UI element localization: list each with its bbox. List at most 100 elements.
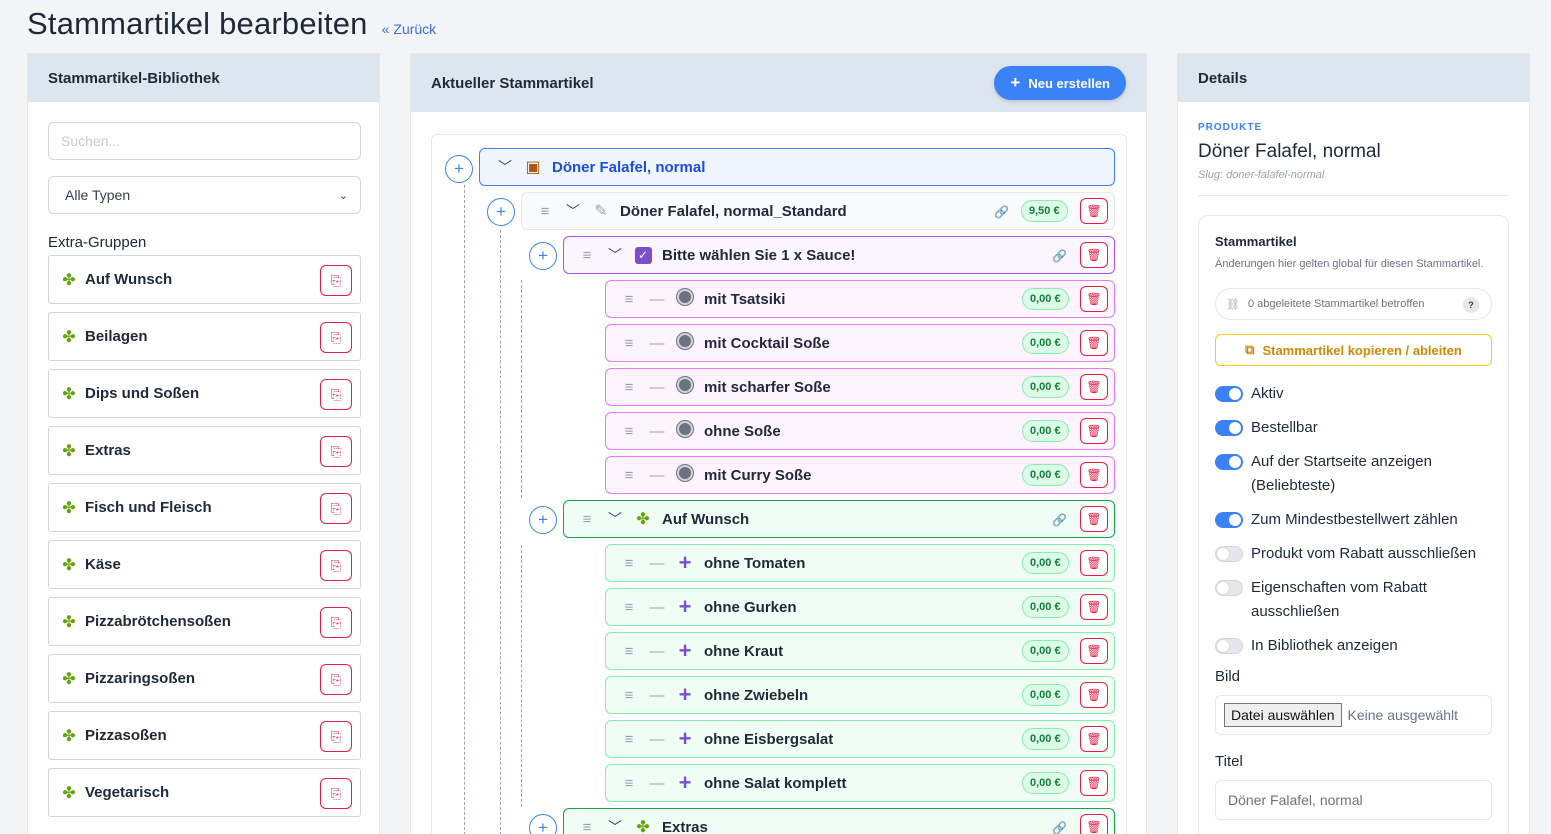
add-to-article-button[interactable]: ⎘ xyxy=(320,322,352,353)
option-row[interactable]: ≡ — mit Tsatsiki 0,00 € 🗑 xyxy=(605,280,1115,318)
drag-handle-icon[interactable]: ≡ xyxy=(574,247,600,264)
link-icon[interactable]: 🔗 xyxy=(994,205,1009,219)
library-group-item[interactable]: ✤ Dips und Soßen ⎘ xyxy=(48,369,361,418)
add-child-button[interactable]: + xyxy=(529,506,557,534)
extra-group-row[interactable]: ≡ ﹀ ✤ Extras 🔗 🗑 xyxy=(563,808,1115,834)
link-icon[interactable]: 🔗 xyxy=(1052,513,1067,527)
toggle-switch[interactable] xyxy=(1215,386,1243,402)
drag-handle-icon[interactable]: ≡ xyxy=(616,423,642,440)
trash-icon[interactable]: 🗑 xyxy=(1080,594,1108,620)
chevron-down-icon[interactable]: ﹀ xyxy=(490,157,520,177)
toggle-row[interactable]: Bestellbar xyxy=(1215,416,1492,440)
option-row[interactable]: ≡ — ohne Soße 0,00 € 🗑 xyxy=(605,412,1115,450)
toggle-row[interactable]: Aktiv xyxy=(1215,382,1492,406)
option-row[interactable]: ≡ — mit scharfer Soße 0,00 € 🗑 xyxy=(605,368,1115,406)
library-group-item[interactable]: ✤ Fisch und Fleisch ⎘ xyxy=(48,483,361,532)
trash-icon[interactable]: 🗑 xyxy=(1080,506,1108,532)
add-child-button[interactable]: + xyxy=(487,198,515,226)
drag-handle-icon[interactable]: ≡ xyxy=(616,599,642,616)
drag-handle-icon[interactable]: ≡ xyxy=(616,335,642,352)
trash-icon[interactable]: 🗑 xyxy=(1080,374,1108,400)
trash-icon[interactable]: 🗑 xyxy=(1080,682,1108,708)
add-to-article-button[interactable]: ⎘ xyxy=(320,493,352,524)
file-button[interactable]: Datei auswählen xyxy=(1224,703,1342,727)
drag-handle-icon[interactable]: ≡ xyxy=(574,511,600,528)
add-to-article-button[interactable]: ⎘ xyxy=(320,265,352,296)
extra-group-row[interactable]: ≡ ﹀ ✤ Auf Wunsch 🔗 🗑 xyxy=(563,500,1115,538)
library-group-item[interactable]: ✤ Beilagen ⎘ xyxy=(48,312,361,361)
root-article-row[interactable]: ﹀ ▣ Döner Falafel, normal xyxy=(479,148,1115,186)
trash-icon[interactable]: 🗑 xyxy=(1080,242,1108,268)
toggle-row[interactable]: Produkt vom Rabatt ausschließen xyxy=(1215,542,1492,566)
trash-icon[interactable]: 🗑 xyxy=(1080,462,1108,488)
trash-icon[interactable]: 🗑 xyxy=(1080,638,1108,664)
trash-icon[interactable]: 🗑 xyxy=(1080,330,1108,356)
new-button[interactable]: + Neu erstellen xyxy=(994,66,1126,100)
add-child-button[interactable]: + xyxy=(529,242,557,270)
library-group-item[interactable]: ✤ Pizzasoßen ⎘ xyxy=(48,711,361,760)
chevron-down-icon[interactable]: ﹀ xyxy=(600,245,630,265)
toggle-switch[interactable] xyxy=(1215,420,1243,436)
drag-handle-icon[interactable]: ≡ xyxy=(616,379,642,396)
toggle-switch[interactable] xyxy=(1215,454,1243,470)
library-group-item[interactable]: ✤ Käse ⎘ xyxy=(48,540,361,589)
trash-icon[interactable]: 🗑 xyxy=(1080,418,1108,444)
option-row[interactable]: ≡ — + ohne Eisbergsalat 0,00 € 🗑 xyxy=(605,720,1115,758)
drag-handle-icon[interactable]: ≡ xyxy=(616,687,642,704)
drag-handle-icon[interactable]: ≡ xyxy=(616,291,642,308)
option-row[interactable]: ≡ — + ohne Kraut 0,00 € 🗑 xyxy=(605,632,1115,670)
title-input[interactable]: Döner Falafel, normal xyxy=(1215,780,1492,820)
add-to-article-button[interactable]: ⎘ xyxy=(320,550,352,581)
back-link[interactable]: « Zurück xyxy=(382,21,437,37)
add-to-article-button[interactable]: ⎘ xyxy=(320,607,352,638)
chevron-down-icon[interactable]: ﹀ xyxy=(600,509,630,529)
toggle-row[interactable]: Auf der Startseite anzeigen (Beliebteste… xyxy=(1215,450,1492,498)
option-row[interactable]: ≡ — + ohne Tomaten 0,00 € 🗑 xyxy=(605,544,1115,582)
add-to-article-button[interactable]: ⎘ xyxy=(320,664,352,695)
copy-button[interactable]: ⧉ Stammartikel kopieren / ableiten xyxy=(1215,334,1492,366)
option-row[interactable]: ≡ — mit Curry Soße 0,00 € 🗑 xyxy=(605,456,1115,494)
add-to-article-button[interactable]: ⎘ xyxy=(320,436,352,467)
trash-icon[interactable]: 🗑 xyxy=(1080,726,1108,752)
extra-group-row[interactable]: ≡ ﹀ ✓ Bitte wählen Sie 1 x Sauce! 🔗 🗑 xyxy=(563,236,1115,274)
toggle-switch[interactable] xyxy=(1215,580,1243,596)
add-to-article-button[interactable]: ⎘ xyxy=(320,778,352,809)
type-select[interactable]: Alle Typen ⌄ xyxy=(48,176,361,214)
add-to-article-button[interactable]: ⎘ xyxy=(320,379,352,410)
toggle-switch[interactable] xyxy=(1215,546,1243,562)
option-row[interactable]: ≡ — + ohne Gurken 0,00 € 🗑 xyxy=(605,588,1115,626)
library-group-item[interactable]: ✤ Auf Wunsch ⎘ xyxy=(48,255,361,304)
toggle-switch[interactable] xyxy=(1215,512,1243,528)
add-child-button[interactable]: + xyxy=(445,155,473,183)
chevron-down-icon[interactable]: ﹀ xyxy=(558,201,588,221)
variant-row[interactable]: ≡ ﹀ ✎ Döner Falafel, normal_Standard 🔗 9,50 €… xyxy=(521,192,1115,230)
toggle-switch[interactable] xyxy=(1215,638,1243,654)
drag-handle-icon[interactable]: ≡ xyxy=(616,775,642,792)
toggle-row[interactable]: Eigenschaften vom Rabatt ausschließen xyxy=(1215,576,1492,624)
option-row[interactable]: ≡ — mit Cocktail Soße 0,00 € 🗑 xyxy=(605,324,1115,362)
trash-icon[interactable]: 🗑 xyxy=(1080,286,1108,312)
trash-icon[interactable]: 🗑 xyxy=(1080,550,1108,576)
library-group-item[interactable]: ✤ Pizzabrötchensoßen ⎘ xyxy=(48,597,361,646)
drag-handle-icon[interactable]: ≡ xyxy=(616,731,642,748)
drag-handle-icon[interactable]: ≡ xyxy=(616,467,642,484)
library-group-item[interactable]: ✤ Vegetarisch ⎘ xyxy=(48,768,361,817)
library-group-item[interactable]: ✤ Pizzaringsoßen ⎘ xyxy=(48,654,361,703)
add-child-button[interactable]: + xyxy=(529,814,557,834)
option-row[interactable]: ≡ — + ohne Salat komplett 0,00 € 🗑 xyxy=(605,764,1115,802)
file-input[interactable]: Datei auswählen Keine ausgewählt xyxy=(1215,695,1492,735)
toggle-row[interactable]: Zum Mindestbestellwert zählen xyxy=(1215,508,1492,532)
drag-handle-icon[interactable]: ≡ xyxy=(532,203,558,220)
library-group-item[interactable]: ✤ Extras ⎘ xyxy=(48,426,361,475)
trash-icon[interactable]: 🗑 xyxy=(1080,814,1108,834)
chevron-down-icon[interactable]: ﹀ xyxy=(600,817,630,834)
trash-icon[interactable]: 🗑 xyxy=(1080,198,1108,224)
drag-handle-icon[interactable]: ≡ xyxy=(616,555,642,572)
add-to-article-button[interactable]: ⎘ xyxy=(320,721,352,752)
link-icon[interactable]: 🔗 xyxy=(1052,249,1067,263)
trash-icon[interactable]: 🗑 xyxy=(1080,770,1108,796)
option-row[interactable]: ≡ — + ohne Zwiebeln 0,00 € 🗑 xyxy=(605,676,1115,714)
link-icon[interactable]: 🔗 xyxy=(1052,821,1067,834)
search-input[interactable] xyxy=(48,122,361,160)
drag-handle-icon[interactable]: ≡ xyxy=(616,643,642,660)
